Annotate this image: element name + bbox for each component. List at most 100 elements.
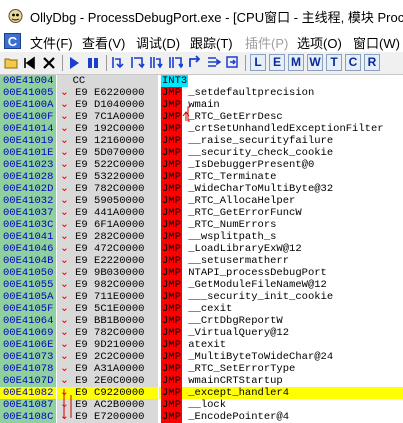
hex-bytes: E9 A31A0000 bbox=[75, 363, 145, 375]
disasm-row[interactable]: 00E41064 ⌄ E9 BB1B0000 JMP __CrtDbgReportW bbox=[0, 315, 403, 327]
disasm-row[interactable]: 00E41037 ⌄ E9 441A0000 JMP _RTC_GetErrorFu… bbox=[0, 207, 403, 219]
hex-bytes: E9 E7200000 bbox=[75, 411, 145, 423]
jump-indicator-icon: ⌄ bbox=[60, 339, 76, 351]
menu-debug[interactable]: 调试(D) bbox=[136, 33, 180, 52]
disasm-row[interactable]: 00E41073 ⌄ E9 2C2C0000 JMP _MultiByteToWid… bbox=[0, 351, 403, 363]
menu-window[interactable]: 窗口(W) bbox=[353, 33, 400, 52]
instruction-cell: JMP wmainCRTStartup bbox=[159, 375, 403, 387]
operand: _RTC_Terminate bbox=[188, 171, 277, 183]
hex-bytes: E9 AC2B0000 bbox=[75, 399, 145, 411]
run-icon[interactable] bbox=[66, 54, 82, 71]
operand: __raise_securityfailure bbox=[188, 135, 334, 147]
instruction-cell: JMP atexit bbox=[159, 339, 403, 351]
instruction-cell: JMP _setdefaultprecision bbox=[159, 87, 403, 99]
instruction-cell: JMP _RTC_Terminate bbox=[159, 171, 403, 183]
menu-plugins[interactable]: 插件(P) bbox=[245, 33, 288, 52]
address-cell: 00E4106E bbox=[0, 339, 56, 351]
hex-bytes: E9 9D210000 bbox=[75, 339, 145, 351]
mnemonic: JMP bbox=[161, 279, 182, 291]
disasm-row[interactable]: 00E41055 ⌄ E9 982C0000 JMP _GetModuleFileN… bbox=[0, 279, 403, 291]
disasm-row[interactable]: 00E41041 ⌄ E9 282C0000 JMP __wsplitpath_s bbox=[0, 231, 403, 243]
disasm-row[interactable]: 00E4100F ⌄ E9 7C1A0000 JMP _RTC_GetErrDesc bbox=[0, 111, 403, 123]
operand: _IsDebuggerPresent@0 bbox=[188, 159, 315, 171]
operand: _WideCharToMultiByte@32 bbox=[188, 183, 334, 195]
hex-bytes-cell: ⌄ E9 59050000 bbox=[57, 195, 158, 207]
menu-options[interactable]: 选项(O) bbox=[297, 33, 342, 52]
execute-till-user-code-icon[interactable] bbox=[205, 54, 221, 71]
close-icon[interactable] bbox=[41, 54, 57, 71]
disasm-row[interactable]: 00E4105A ⌄ E9 711E0000 JMP ___security_ini… bbox=[0, 291, 403, 303]
references-window-button[interactable]: R bbox=[364, 54, 380, 71]
jump-indicator-icon: ⌄ bbox=[60, 315, 76, 327]
disasm-row[interactable]: 00E4102D ⌄ E9 782C0000 JMP _WideCharToMult… bbox=[0, 183, 403, 195]
hex-bytes-cell: ⌄ E9 441A0000 bbox=[57, 207, 158, 219]
toolbar-separator bbox=[62, 55, 63, 71]
disassembly-pane[interactable]: 00E41004 CC INT3 00E41005 ⌄ E9 E6220000 JMP… bbox=[0, 75, 403, 423]
trace-into-icon[interactable] bbox=[148, 54, 164, 71]
disasm-row[interactable]: 00E41004 CC INT3 bbox=[0, 75, 403, 87]
step-into-icon[interactable] bbox=[110, 54, 126, 71]
disasm-row[interactable]: 00E4101E ⌄ E9 5D070000 JMP __security_chec… bbox=[0, 147, 403, 159]
modules-window-button[interactable]: E bbox=[269, 54, 285, 71]
log-window-button[interactable]: L bbox=[250, 54, 266, 71]
disasm-row[interactable]: 00E4106E ⌄ E9 9D210000 JMP atexit bbox=[0, 339, 403, 351]
step-over-icon[interactable] bbox=[129, 54, 145, 71]
disasm-row[interactable]: 00E4104B ⌄ E9 E2220000 JMP __setusermather… bbox=[0, 255, 403, 267]
menu-file[interactable]: 文件(F) bbox=[30, 33, 73, 52]
hex-bytes-cell: ⌄ E9 E6220000 bbox=[57, 87, 158, 99]
disasm-row[interactable]: 00E4103C ⌄ E9 6F1A0000 JMP _RTC_NumErrors bbox=[0, 219, 403, 231]
mnemonic: JMP bbox=[161, 171, 182, 183]
memory-window-button[interactable]: M bbox=[288, 54, 304, 71]
open-folder-icon[interactable] bbox=[3, 54, 19, 71]
jump-indicator-icon: ⌄ bbox=[60, 411, 76, 423]
windows-window-button[interactable]: W bbox=[307, 54, 323, 71]
hex-bytes: E9 2E0C0000 bbox=[75, 375, 145, 387]
menu-trace[interactable]: 跟踪(T) bbox=[190, 33, 233, 52]
disasm-row[interactable]: 00E41005 ⌄ E9 E6220000 JMP _setdefaultprec… bbox=[0, 87, 403, 99]
address-cell: 00E41069 bbox=[0, 327, 56, 339]
instruction-cell: JMP __lock bbox=[159, 399, 403, 411]
disasm-row[interactable]: 00E41046 ⌄ E9 472C0000 JMP _LoadLibraryExW… bbox=[0, 243, 403, 255]
disasm-row[interactable]: 00E41032 ⌄ E9 59050000 JMP _RTC_AllocaHelp… bbox=[0, 195, 403, 207]
disasm-row[interactable]: 00E41078 ⌄ E9 A31A0000 JMP _RTC_SetErrorTy… bbox=[0, 363, 403, 375]
hex-bytes: E9 E6220000 bbox=[75, 87, 145, 99]
cpu-window-toolbar-button[interactable]: C bbox=[345, 54, 361, 71]
threads-window-button[interactable]: T bbox=[326, 54, 342, 71]
pause-icon[interactable] bbox=[85, 54, 101, 71]
disasm-row[interactable]: 00E41019 ⌄ E9 12160000 JMP __raise_securit… bbox=[0, 135, 403, 147]
disasm-row[interactable]: 00E41014 ⌄ E9 192C0000 JMP _crtSetUnhandle… bbox=[0, 123, 403, 135]
address-cell: 00E4107D bbox=[0, 375, 56, 387]
disasm-row[interactable]: 00E41050 ⌄ E9 9B030000 JMP NTAPI_processDe… bbox=[0, 267, 403, 279]
address-cell: 00E41055 bbox=[0, 279, 56, 291]
go-to-address-icon[interactable] bbox=[224, 54, 240, 71]
disasm-row[interactable]: 00E41028 ⌄ E9 53220000 JMP _RTC_Terminate bbox=[0, 171, 403, 183]
disasm-row[interactable]: 00E41087 ⌄ E9 AC2B0000 JMP __lock bbox=[0, 399, 403, 411]
address-cell: 00E4102D bbox=[0, 183, 56, 195]
address-cell: 00E41004 bbox=[0, 75, 56, 87]
hex-bytes-cell: ⌄ E9 A31A0000 bbox=[57, 363, 158, 375]
window-title: OllyDbg - ProcessDebugPort.exe - [CPU窗口 … bbox=[30, 10, 403, 25]
restart-icon[interactable] bbox=[22, 54, 38, 71]
disasm-row[interactable]: 00E4100A ⌄ E9 D1040000 JMP wmain bbox=[0, 99, 403, 111]
disasm-row[interactable]: 00E4108C ⌄ E9 E7200000 JMP _EncodePointer@… bbox=[0, 411, 403, 423]
disasm-row[interactable]: 00E41023 ⌄ E9 522C0000 JMP _IsDebuggerPres… bbox=[0, 159, 403, 171]
trace-over-icon[interactable] bbox=[167, 54, 183, 71]
execute-till-return-icon[interactable] bbox=[186, 54, 202, 71]
hex-bytes: E9 D1040000 bbox=[75, 99, 145, 111]
hex-bytes: CC bbox=[72, 75, 86, 87]
menu-view[interactable]: 查看(V) bbox=[82, 33, 125, 52]
mnemonic: JMP bbox=[161, 387, 182, 399]
disasm-row[interactable]: 00E41082 ⌄ E9 C9220000 JMP _except_handler… bbox=[0, 387, 403, 399]
mnemonic: JMP bbox=[161, 303, 182, 315]
address-cell: 00E41078 bbox=[0, 363, 56, 375]
operand: __CrtDbgReportW bbox=[188, 315, 283, 327]
disasm-row[interactable]: 00E41069 ⌄ E9 782C0000 JMP _VirtualQuery@1… bbox=[0, 327, 403, 339]
disasm-row[interactable]: 00E4107D ⌄ E9 2E0C0000 JMP wmainCRTStartup bbox=[0, 375, 403, 387]
mnemonic: JMP bbox=[161, 231, 182, 243]
jump-indicator-icon bbox=[60, 75, 73, 87]
hex-bytes: E9 6F1A0000 bbox=[75, 219, 145, 231]
disasm-row[interactable]: 00E4105F ⌄ E9 5C1E0000 JMP __cexit bbox=[0, 303, 403, 315]
jump-indicator-icon: ⌄ bbox=[60, 111, 76, 123]
cpu-window-button[interactable]: C bbox=[4, 33, 21, 49]
operand: __lock bbox=[188, 399, 227, 411]
